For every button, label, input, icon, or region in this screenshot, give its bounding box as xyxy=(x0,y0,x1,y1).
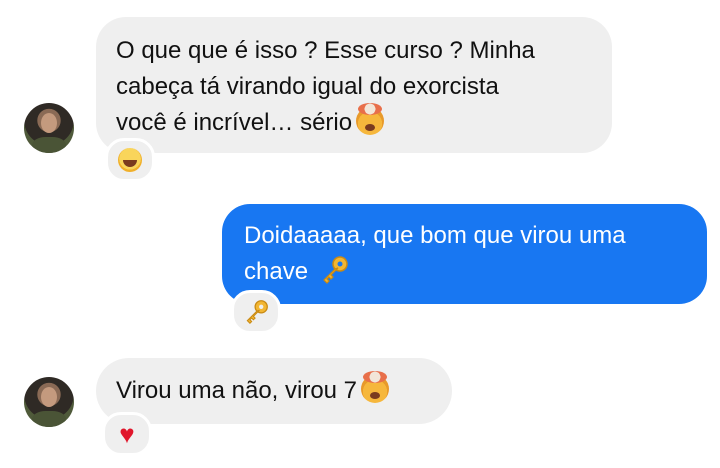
avatar-face xyxy=(41,387,57,407)
message-text-line: cabeça tá virando igual do exorcista xyxy=(116,73,499,100)
reaction-badge[interactable]: ♥ xyxy=(102,412,152,456)
key-emoji-icon xyxy=(322,256,348,284)
message-text-line-wrap: você é incrível… sério xyxy=(116,103,592,141)
message-bubble-outgoing[interactable]: Doidaaaaa, que bom que virou uma chave xyxy=(222,204,707,304)
key-emoji-icon xyxy=(246,300,268,325)
reaction-badge[interactable] xyxy=(105,138,155,182)
message-text-line-wrap: chave xyxy=(244,254,685,290)
message-text-line: você é incrível… sério xyxy=(116,109,353,136)
reaction-badge[interactable] xyxy=(231,290,281,334)
message-text-line: Doidaaaaa, que bom que virou uma xyxy=(244,222,626,249)
exploding-head-emoji-icon xyxy=(361,371,390,403)
contact-avatar[interactable] xyxy=(24,103,74,153)
message-text-line-wrap: Virou uma não, virou 7 xyxy=(116,371,432,409)
avatar-shirt xyxy=(32,411,66,427)
avatar-face xyxy=(41,113,57,133)
contact-avatar[interactable] xyxy=(24,377,74,427)
message-bubble-incoming[interactable]: O que que é isso ? Esse curso ? Minha ca… xyxy=(96,17,612,153)
message-text-line: chave xyxy=(244,258,309,285)
exploding-head-emoji-icon xyxy=(356,103,385,135)
avatar-shirt xyxy=(32,137,66,153)
message-text-line: Virou uma não, virou 7 xyxy=(116,377,358,404)
message-text-line: O que que é isso ? Esse curso ? Minha xyxy=(116,37,535,64)
message-bubble-incoming[interactable]: Virou uma não, virou 7 xyxy=(96,358,452,424)
red-heart-icon: ♥ xyxy=(119,419,135,449)
laughing-face-icon xyxy=(118,148,142,172)
